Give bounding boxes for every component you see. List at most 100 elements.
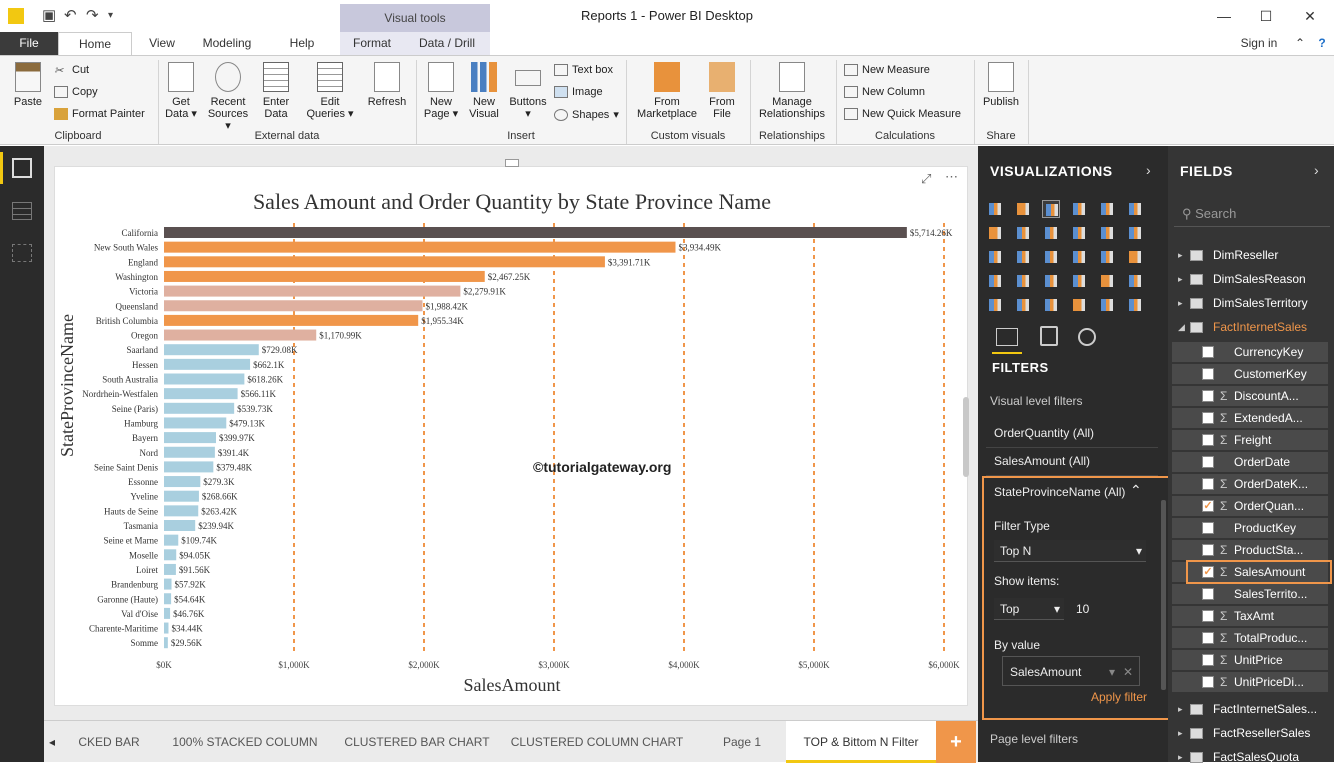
tab-help[interactable]: Help — [280, 32, 324, 56]
field-checkbox[interactable] — [1202, 632, 1214, 644]
field-item[interactable]: Σ ProductSta... — [1172, 540, 1328, 560]
field-checkbox[interactable] — [1202, 544, 1214, 556]
page-tab[interactable]: Page 1 — [708, 721, 776, 763]
field-checkbox[interactable] — [1202, 522, 1214, 534]
page-tab[interactable]: CLUSTERED COLUMN CHART — [510, 721, 684, 763]
apply-filter-button[interactable]: Apply filter — [1091, 690, 1147, 704]
shapes-button[interactable]: Shapes ▾ — [554, 108, 619, 121]
field-checkbox[interactable] — [1202, 478, 1214, 490]
get-data-button[interactable]: Get Data ▾ — [164, 62, 198, 120]
visual-type-icon[interactable] — [1070, 224, 1088, 242]
expand-icon[interactable]: ▸ — [1178, 728, 1183, 739]
filter-card-orderquantity[interactable]: OrderQuantity (All) — [986, 420, 1158, 448]
top-bottom-dropdown[interactable]: Top ▾ — [994, 598, 1064, 620]
field-checkbox[interactable] — [1202, 368, 1214, 380]
field-checkbox[interactable] — [1202, 390, 1214, 402]
filter-card-salesamount[interactable]: SalesAmount (All) — [986, 448, 1158, 476]
visual-type-icon[interactable] — [1126, 224, 1144, 242]
edit-queries-button[interactable]: Edit Queries ▾ — [304, 62, 356, 120]
visual-type-icon[interactable] — [1070, 296, 1088, 314]
help-icon[interactable]: ? — [1312, 32, 1332, 56]
field-item[interactable]: Σ DiscountA... — [1172, 386, 1328, 406]
expand-icon[interactable]: ▸ — [1178, 250, 1183, 261]
maximize-icon[interactable]: ☐ — [1248, 4, 1284, 28]
text-box-button[interactable]: Text box — [554, 64, 613, 76]
field-checkbox[interactable] — [1202, 588, 1214, 600]
visual-type-icon[interactable] — [986, 248, 1004, 266]
field-item[interactable]: Σ UnitPriceDi... — [1172, 672, 1328, 692]
sign-in-link[interactable]: Sign in — [1236, 32, 1282, 56]
page-tab[interactable]: CKED BAR — [74, 721, 144, 763]
visual-type-icon[interactable] — [1098, 200, 1116, 218]
tab-data-drill[interactable]: Data / Drill — [410, 32, 484, 56]
table-item[interactable]: ▸ FactResellerSales — [1172, 722, 1328, 744]
field-checkbox[interactable]: ✓ — [1202, 500, 1214, 512]
table-item[interactable]: ▸ DimSalesTerritory — [1172, 292, 1328, 314]
field-item[interactable]: CurrencyKey — [1172, 342, 1328, 362]
visual-type-icon[interactable] — [1042, 296, 1060, 314]
page-tab[interactable]: 100% STACKED COLUMN — [164, 721, 326, 763]
from-file-button[interactable]: From File — [704, 62, 740, 120]
page-tab-active[interactable]: TOP & Bittom N Filter — [786, 721, 936, 763]
tab-file[interactable]: File — [0, 32, 58, 56]
visual-type-icon[interactable] — [986, 224, 1004, 242]
chevron-down-icon[interactable]: ▾ — [1109, 665, 1115, 679]
manage-relationships-button[interactable]: Manage Relationships — [754, 62, 830, 120]
visual-type-icon[interactable] — [1126, 272, 1144, 290]
new-page-button[interactable]: New Page ▾ — [422, 62, 460, 120]
collapse-viz-icon[interactable]: › — [1146, 162, 1151, 178]
field-item[interactable]: OrderDate — [1172, 452, 1328, 472]
fields-search-input[interactable]: ⚲ Search — [1174, 201, 1330, 227]
item-count-input[interactable]: 10 — [1076, 602, 1089, 616]
table-item[interactable]: ▸ DimSalesReason — [1172, 268, 1328, 290]
collapse-ribbon-icon[interactable]: ⌃ — [1290, 32, 1310, 56]
field-checkbox[interactable] — [1202, 676, 1214, 688]
visual-type-icon[interactable] — [986, 296, 1004, 314]
tab-format[interactable]: Format — [346, 32, 398, 56]
new-column-button[interactable]: New Column — [844, 86, 925, 98]
field-item[interactable]: Σ ExtendedA... — [1172, 408, 1328, 428]
enter-data-button[interactable]: Enter Data — [258, 62, 294, 120]
field-checkbox[interactable] — [1202, 654, 1214, 666]
expand-icon[interactable]: ▸ — [1178, 274, 1183, 285]
buttons-button[interactable]: Buttons ▾ — [506, 62, 550, 120]
new-quick-measure-button[interactable]: New Quick Measure — [844, 108, 961, 120]
visual-type-icon[interactable] — [1126, 248, 1144, 266]
visual-type-icon[interactable] — [1042, 248, 1060, 266]
cut-button[interactable]: ✂ Cut — [54, 64, 89, 77]
field-item[interactable]: SalesTerrito... — [1172, 584, 1328, 604]
visual-type-icon[interactable] — [1042, 224, 1060, 242]
table-item[interactable]: ▸ FactInternetSales... — [1172, 698, 1328, 720]
field-checkbox[interactable] — [1202, 456, 1214, 468]
visual-type-icon[interactable] — [1126, 296, 1144, 314]
table-item[interactable]: ◢ FactInternetSales — [1172, 316, 1328, 338]
image-button[interactable]: Image — [554, 86, 603, 98]
scroll-left-icon[interactable]: ◂ — [46, 721, 58, 763]
expand-icon[interactable]: ▸ — [1178, 704, 1183, 715]
collapse-icon[interactable]: ◢ — [1178, 322, 1185, 333]
format-painter-button[interactable]: Format Painter — [54, 108, 145, 120]
visual-type-icon[interactable] — [1014, 224, 1032, 242]
field-item[interactable]: Σ TotalProduc... — [1172, 628, 1328, 648]
tab-view[interactable]: View — [140, 32, 184, 56]
visual-type-icon[interactable] — [1098, 248, 1116, 266]
tab-home[interactable]: Home — [58, 32, 132, 56]
tab-modeling[interactable]: Modeling — [192, 32, 262, 56]
relationships-view-icon[interactable] — [12, 244, 32, 262]
page-tab[interactable]: CLUSTERED BAR CHART — [340, 721, 494, 763]
field-item[interactable]: ✓ Σ OrderQuan... — [1172, 496, 1328, 516]
data-view-icon[interactable] — [12, 202, 32, 220]
visual-type-icon[interactable] — [1014, 272, 1032, 290]
remove-field-icon[interactable]: ✕ — [1123, 665, 1133, 679]
from-marketplace-button[interactable]: From Marketplace — [632, 62, 702, 120]
new-visual-button[interactable]: New Visual — [466, 62, 502, 120]
visual-type-icon[interactable] — [986, 272, 1004, 290]
field-item[interactable]: Σ TaxAmt — [1172, 606, 1328, 626]
visual-type-icon[interactable] — [1098, 224, 1116, 242]
field-item[interactable]: Σ OrderDateK... — [1172, 474, 1328, 494]
analytics-icon[interactable] — [1078, 328, 1096, 346]
publish-button[interactable]: Publish — [980, 62, 1022, 108]
filters-scrollbar[interactable] — [1161, 500, 1166, 690]
visual-type-icon[interactable] — [1014, 200, 1032, 218]
collapse-fields-icon[interactable]: › — [1314, 162, 1319, 178]
